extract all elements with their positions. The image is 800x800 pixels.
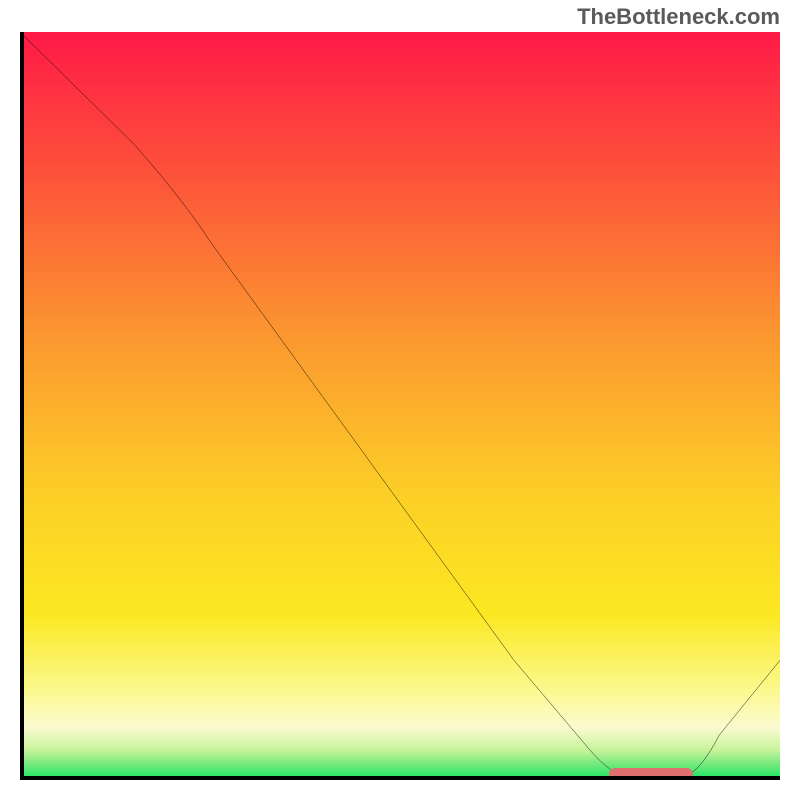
x-axis xyxy=(20,776,780,780)
curve-path xyxy=(20,32,780,780)
watermark-text: TheBottleneck.com xyxy=(577,6,780,28)
y-axis xyxy=(20,32,24,780)
chart-frame: TheBottleneck.com xyxy=(0,0,800,800)
bottleneck-curve xyxy=(20,32,780,780)
plot-area xyxy=(20,32,780,780)
